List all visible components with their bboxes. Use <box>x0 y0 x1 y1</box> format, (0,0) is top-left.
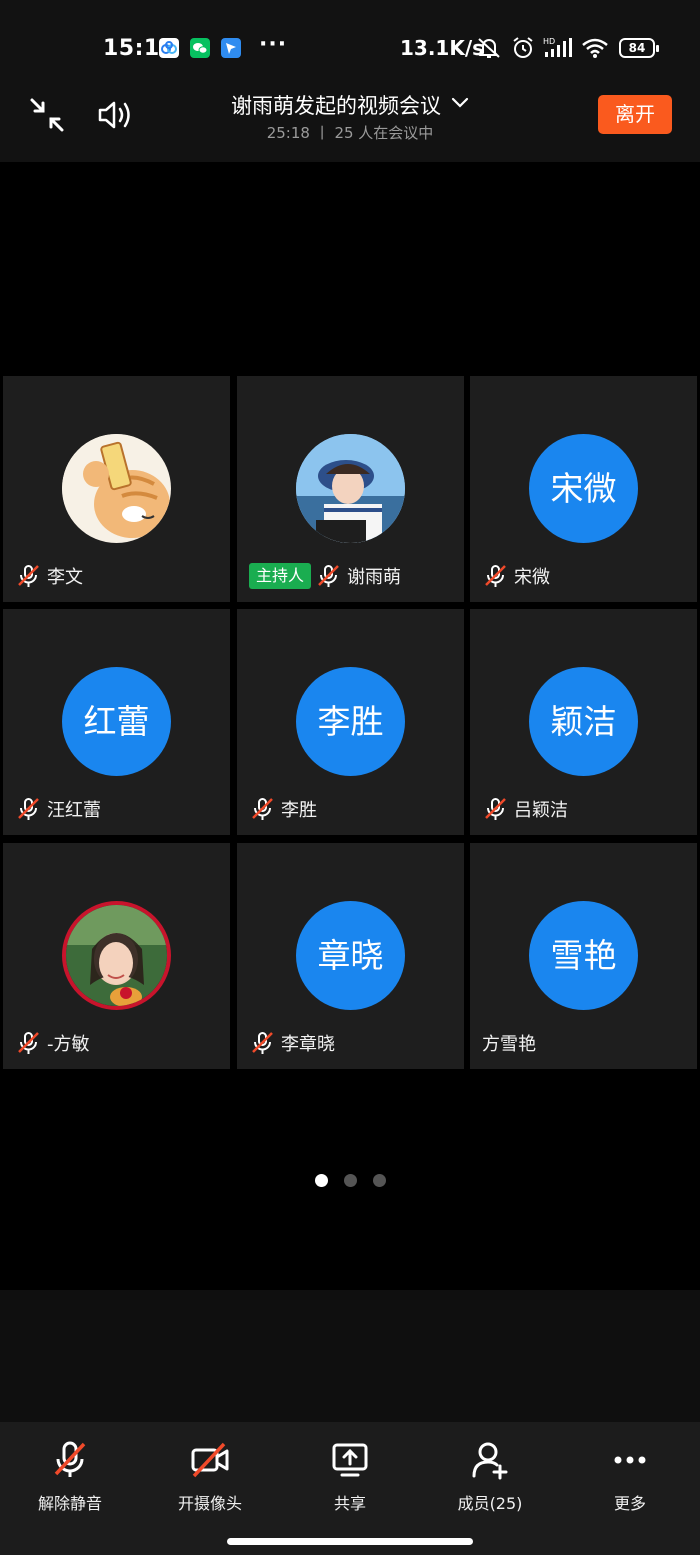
page-indicator <box>0 1172 700 1191</box>
alarm-icon <box>510 36 536 64</box>
participant-name: -方敏 <box>47 1034 90 1055</box>
more-dots-icon: ··· <box>259 32 288 57</box>
avatar: 雪艳 <box>529 901 638 1010</box>
home-indicator[interactable] <box>227 1538 473 1545</box>
tile-footer: 李文 <box>15 562 83 590</box>
share-label: 共享 <box>333 1494 366 1513</box>
mute-notification-icon <box>476 36 502 64</box>
page-dot[interactable] <box>372 1174 386 1187</box>
mic-muted-icon <box>482 796 508 822</box>
participant-tile[interactable]: 雪艳 方雪艳 <box>470 843 697 1069</box>
camera-button[interactable]: 开摄像头 <box>150 1440 270 1514</box>
leave-button[interactable]: 离开 <box>598 95 672 134</box>
mic-muted-icon <box>249 1030 275 1056</box>
more-label: 更多 <box>613 1494 646 1513</box>
tile-footer: 汪红蕾 <box>15 795 101 823</box>
participant-tile[interactable]: 李文 <box>3 376 230 602</box>
lower-panel <box>0 1290 700 1422</box>
page-dot-active[interactable] <box>314 1174 328 1187</box>
avatar <box>62 901 171 1010</box>
app-icon <box>221 38 241 58</box>
meeting-title-button[interactable]: 谢雨萌发起的视频会议 <box>200 90 500 120</box>
participant-tile[interactable]: 李胜 李胜 <box>237 609 464 835</box>
participant-name: 谢雨萌 <box>347 567 402 588</box>
mic-muted-icon <box>315 563 341 589</box>
tile-footer: 李章晓 <box>249 1029 335 1057</box>
avatar <box>62 434 171 543</box>
participant-tile[interactable]: 颖洁 吕颖洁 <box>470 609 697 835</box>
participant-name: 吕颖洁 <box>514 800 568 821</box>
mic-muted-icon <box>482 563 508 589</box>
mic-muted-icon <box>15 1030 41 1056</box>
participant-name: 宋微 <box>514 567 550 588</box>
mic-off-icon <box>10 1440 130 1480</box>
host-badge: 主持人 <box>249 563 312 589</box>
participant-name: 方雪艳 <box>482 1034 536 1055</box>
participant-tile[interactable]: 章晓 李章晓 <box>237 843 464 1069</box>
unmute-button[interactable]: 解除静音 <box>10 1440 130 1514</box>
wechat-icon <box>190 38 210 58</box>
participant-name: 汪红蕾 <box>47 800 101 821</box>
speaker-icon[interactable] <box>94 94 136 136</box>
meeting-header: 谢雨萌发起的视频会议 25:18 丨 25 人在会议中 离开 <box>0 80 700 162</box>
hd-signal-icon: HD <box>543 36 575 64</box>
avatar: 红蕾 <box>62 667 171 776</box>
chevron-down-icon <box>451 94 469 113</box>
members-label: 成员(25) <box>457 1494 523 1513</box>
tile-footer: 李胜 <box>249 795 317 823</box>
wifi-icon <box>581 36 609 64</box>
share-screen-icon <box>290 1440 410 1480</box>
tile-footer: 主持人 谢雨萌 <box>249 562 401 590</box>
participant-name: 李章晓 <box>281 1034 335 1055</box>
camera-off-icon <box>150 1440 270 1480</box>
avatar: 李胜 <box>296 667 405 776</box>
participant-tile[interactable]: 宋微 宋微 <box>470 376 697 602</box>
minimize-icon[interactable] <box>26 94 68 136</box>
mic-muted-icon <box>15 563 41 589</box>
add-member-icon <box>430 1440 550 1480</box>
more-button[interactable]: 更多 <box>570 1440 690 1514</box>
mic-muted-icon <box>249 796 275 822</box>
mic-muted-icon <box>15 796 41 822</box>
tile-footer: 方雪艳 <box>482 1029 536 1057</box>
status-bar: 15:19 ··· 13.1K/s HD 84 <box>0 0 700 80</box>
battery-icon: 84 <box>619 38 659 58</box>
unmute-label: 解除静音 <box>37 1494 102 1513</box>
tile-footer: 宋微 <box>482 562 550 590</box>
tile-footer: -方敏 <box>15 1029 90 1057</box>
meeting-subtitle: 25:18 丨 25 人在会议中 <box>266 124 434 142</box>
members-button[interactable]: 成员(25) <box>430 1440 550 1514</box>
participant-tile[interactable]: 红蕾 汪红蕾 <box>3 609 230 835</box>
bottom-toolbar: 解除静音 开摄像头 共享 成员(25) 更多 <box>0 1422 700 1555</box>
participant-tile[interactable]: -方敏 <box>3 843 230 1069</box>
share-button[interactable]: 共享 <box>290 1440 410 1514</box>
baidu-netdisk-icon <box>159 38 179 58</box>
network-speed: 13.1K/s <box>400 36 485 60</box>
meeting-title: 谢雨萌发起的视频会议 <box>231 94 441 118</box>
page-dot[interactable] <box>343 1174 357 1187</box>
avatar <box>296 434 405 543</box>
avatar: 章晓 <box>296 901 405 1010</box>
tile-footer: 吕颖洁 <box>482 795 568 823</box>
camera-label: 开摄像头 <box>177 1494 242 1513</box>
avatar: 宋微 <box>529 434 638 543</box>
avatar: 颖洁 <box>529 667 638 776</box>
more-icon <box>570 1440 690 1480</box>
participant-name: 李胜 <box>281 800 317 821</box>
svg-text:HD: HD <box>543 37 555 46</box>
participant-name: 李文 <box>47 567 83 588</box>
participant-tile[interactable]: 主持人 谢雨萌 <box>237 376 464 602</box>
